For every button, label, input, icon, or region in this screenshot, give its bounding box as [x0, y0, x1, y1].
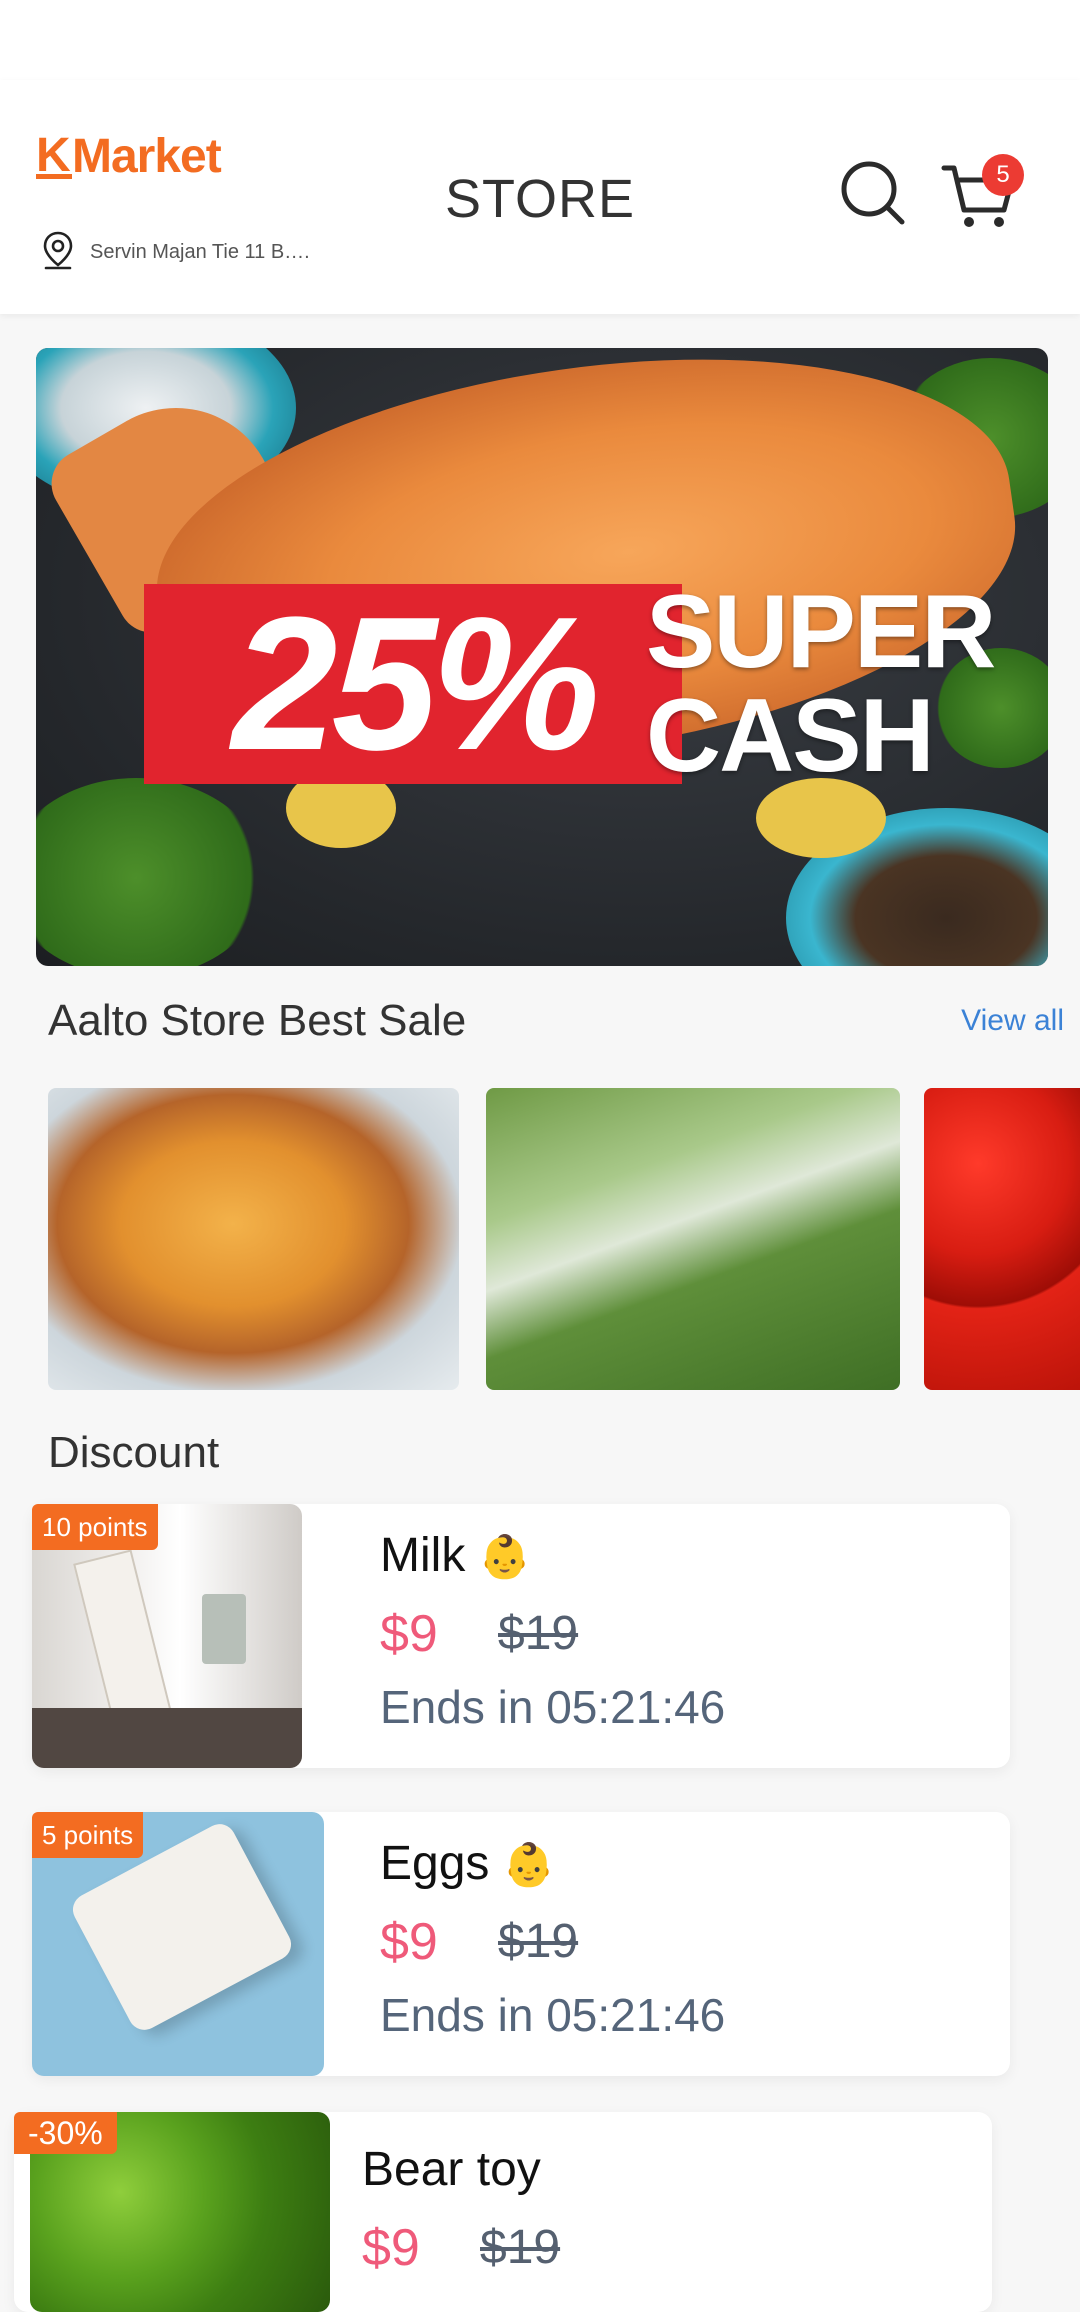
promo-percent-box: 25% [144, 584, 682, 784]
kmarket-logo[interactable]: K Market [36, 126, 222, 186]
points-tag: 10 points [32, 1504, 158, 1550]
best-sale-carousel[interactable] [48, 1088, 1080, 1390]
item-old-price: $19 [498, 1915, 579, 1968]
item-name-text: Bear toy [362, 2143, 541, 2196]
search-button[interactable] [838, 158, 908, 228]
best-sale-title: Aalto Store Best Sale [48, 996, 467, 1045]
milk-glass [202, 1594, 246, 1664]
discount-header: Discount [48, 1428, 1064, 1478]
cart-count-badge: 5 [982, 154, 1024, 196]
view-all-link[interactable]: View all [961, 1004, 1064, 1038]
promo-percent: 25% [231, 578, 600, 790]
discount-item-bear-toy[interactable]: -30% Bear toy $9 $19 [14, 2112, 992, 2312]
discount-tag: -30% [14, 2112, 117, 2154]
page-title: STORE [444, 169, 636, 229]
item-countdown: Ends in 05:21:46 [380, 1989, 726, 2041]
promo-banner[interactable]: 25% SUPER CASH [36, 348, 1048, 966]
cart-button[interactable]: 5 [940, 154, 1024, 234]
logo-text: Market [72, 129, 222, 183]
baby-emoji-icon: 👶 [478, 1533, 531, 1580]
points-tag: 5 points [32, 1812, 144, 1858]
item-price: $9 [362, 2219, 420, 2277]
herb-garnish [36, 778, 266, 966]
location-pin-icon [40, 230, 76, 275]
location-selector[interactable]: Servin Majan Tie 11 B…. [40, 230, 310, 275]
best-sale-item-tomatoes[interactable] [924, 1088, 1080, 1390]
item-name: Milk 👶 [380, 1528, 531, 1583]
item-price: $9 [380, 1605, 438, 1663]
item-name-text: Milk [380, 1529, 466, 1582]
search-icon [838, 161, 908, 232]
table-surface [32, 1708, 302, 1768]
status-bar [0, 0, 1080, 80]
promo-word-super: SUPER [646, 574, 996, 690]
item-old-price: $19 [480, 2221, 561, 2274]
discount-item-milk[interactable]: 10 points Milk 👶 $9 $19 Ends in 05:21:46 [32, 1504, 1010, 1768]
logo-k-mark: K [36, 129, 72, 182]
location-address: Servin Majan Tie 11 B…. [90, 241, 310, 263]
best-sale-header: Aalto Store Best Sale View all [48, 996, 1064, 1046]
item-name: Eggs 👶 [380, 1836, 555, 1891]
item-old-price: $19 [498, 1607, 579, 1660]
item-name-text: Eggs [380, 1837, 490, 1890]
app-header: K Market Servin Majan Tie 11 B…. STORE 5 [0, 80, 1080, 314]
item-price: $9 [380, 1913, 438, 1971]
item-countdown: Ends in 05:21:46 [380, 1681, 726, 1733]
discount-item-eggs[interactable]: 5 points Eggs 👶 $9 $19 Ends in 05:21:46 [32, 1812, 1010, 2076]
baby-emoji-icon: 👶 [502, 1841, 556, 1888]
item-name: Bear toy [362, 2142, 541, 2197]
best-sale-item-pancake[interactable] [48, 1088, 459, 1390]
best-sale-item-greens[interactable] [486, 1088, 900, 1390]
promo-word-cash: CASH [646, 678, 935, 794]
discount-title: Discount [48, 1428, 220, 1477]
